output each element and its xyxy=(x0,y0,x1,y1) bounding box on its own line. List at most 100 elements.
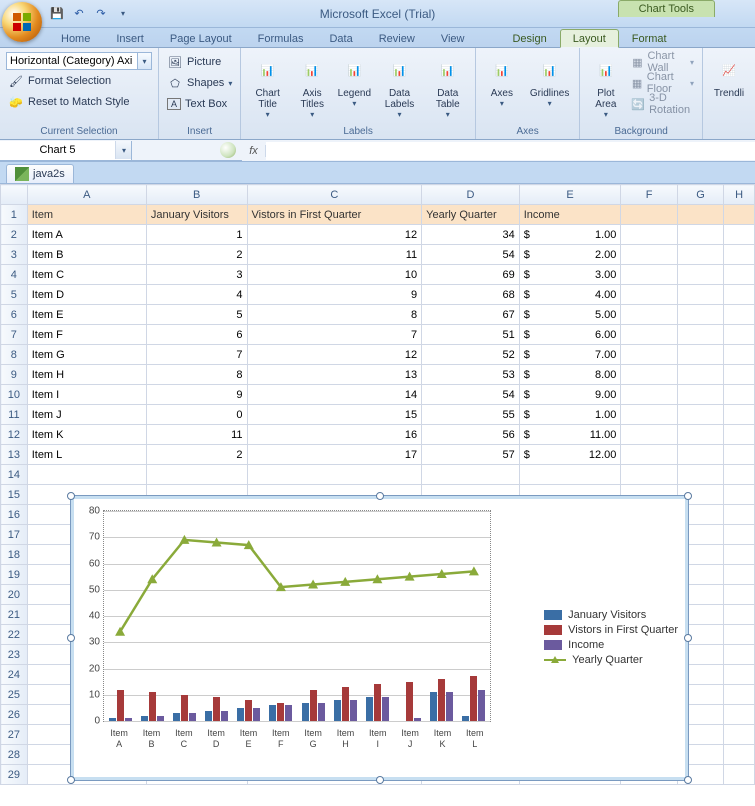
resize-handle[interactable] xyxy=(67,492,75,500)
cell[interactable]: 8 xyxy=(146,365,247,385)
cell[interactable]: 1 xyxy=(146,225,247,245)
cell[interactable]: 7 xyxy=(247,325,422,345)
cell[interactable] xyxy=(724,365,755,385)
cell[interactable]: 11 xyxy=(247,245,422,265)
cell[interactable]: 4 xyxy=(146,285,247,305)
cell[interactable]: 2 xyxy=(146,445,247,465)
cell[interactable]: Item B xyxy=(27,245,146,265)
row-header[interactable]: 2 xyxy=(1,225,28,245)
cell[interactable]: 34 xyxy=(422,225,520,245)
cell[interactable]: Item F xyxy=(27,325,146,345)
cell[interactable] xyxy=(724,525,755,545)
cell[interactable]: 12 xyxy=(247,345,422,365)
cell[interactable]: 15 xyxy=(247,405,422,425)
x-tick-label[interactable]: ItemG xyxy=(297,728,329,750)
cell[interactable] xyxy=(677,365,723,385)
data-table-button[interactable]: 📊Data Table xyxy=(427,52,469,121)
row-header[interactable]: 10 xyxy=(1,385,28,405)
cell[interactable]: 14 xyxy=(247,385,422,405)
embedded-chart[interactable]: 01020304050607080 ItemAItemBItemCItemDIt… xyxy=(70,495,689,781)
resize-handle[interactable] xyxy=(376,492,384,500)
cell[interactable] xyxy=(724,425,755,445)
cell[interactable] xyxy=(677,405,723,425)
reset-to-match-style-button[interactable]: 🧽 Reset to Match Style xyxy=(6,92,152,112)
cell[interactable] xyxy=(422,465,520,485)
row-header[interactable]: 26 xyxy=(1,705,28,725)
tab-insert[interactable]: Insert xyxy=(103,29,157,47)
tab-format[interactable]: Format xyxy=(619,29,680,47)
cell[interactable] xyxy=(724,565,755,585)
cell[interactable]: 3 xyxy=(146,265,247,285)
3d-rotation-button[interactable]: 🔄3-D Rotation xyxy=(629,94,696,114)
row-header[interactable]: 6 xyxy=(1,305,28,325)
cell[interactable]: January Visitors xyxy=(146,205,247,225)
trendline-button[interactable]: 📈Trendli xyxy=(709,52,749,101)
cell[interactable] xyxy=(27,465,146,485)
cell[interactable]: $2.00 xyxy=(519,245,621,265)
row-header[interactable]: 25 xyxy=(1,685,28,705)
cell[interactable]: $5.00 xyxy=(519,305,621,325)
row-header[interactable]: 29 xyxy=(1,765,28,785)
cell[interactable] xyxy=(724,265,755,285)
format-selection-button[interactable]: 🖌 Format Selection xyxy=(6,71,152,91)
cell[interactable]: 57 xyxy=(422,445,520,465)
x-tick-label[interactable]: ItemF xyxy=(265,728,297,750)
cell[interactable]: Item xyxy=(27,205,146,225)
axes-button[interactable]: 📊Axes xyxy=(482,52,522,110)
resize-handle[interactable] xyxy=(684,776,692,784)
cell[interactable] xyxy=(724,585,755,605)
column-header[interactable]: B xyxy=(146,185,247,205)
cell[interactable] xyxy=(621,425,677,445)
cell[interactable] xyxy=(247,465,422,485)
cell[interactable]: $3.00 xyxy=(519,265,621,285)
x-tick-label[interactable]: ItemB xyxy=(135,728,167,750)
cell[interactable]: 0 xyxy=(146,405,247,425)
row-header[interactable]: 23 xyxy=(1,645,28,665)
cell[interactable] xyxy=(621,345,677,365)
cell[interactable]: Item J xyxy=(27,405,146,425)
cell[interactable]: $6.00 xyxy=(519,325,621,345)
plot-area-button[interactable]: 📊Plot Area xyxy=(586,52,625,121)
legend-item[interactable]: Income xyxy=(544,639,678,651)
cell[interactable]: 51 xyxy=(422,325,520,345)
cell[interactable]: 8 xyxy=(247,305,422,325)
row-header[interactable]: 11 xyxy=(1,405,28,425)
tab-view[interactable]: View xyxy=(428,29,478,47)
legend-item[interactable]: January Visitors xyxy=(544,609,678,621)
tab-data[interactable]: Data xyxy=(316,29,365,47)
cell[interactable] xyxy=(621,325,677,345)
cell[interactable] xyxy=(724,765,755,785)
column-header[interactable]: E xyxy=(519,185,621,205)
chart-floor-button[interactable]: ▦Chart Floor xyxy=(629,73,696,93)
cell[interactable] xyxy=(724,345,755,365)
cell[interactable] xyxy=(621,405,677,425)
cell[interactable]: Vistors in First Quarter xyxy=(247,205,422,225)
save-icon[interactable]: 💾 xyxy=(48,5,66,23)
picture-button[interactable]: 🖼Picture xyxy=(165,52,234,72)
row-header[interactable]: 17 xyxy=(1,525,28,545)
cell[interactable]: Item G xyxy=(27,345,146,365)
select-all-corner[interactable] xyxy=(1,185,28,205)
cell[interactable] xyxy=(724,665,755,685)
cell[interactable]: 17 xyxy=(247,445,422,465)
legend-item[interactable]: Yearly Quarter xyxy=(544,654,678,666)
cell[interactable] xyxy=(724,625,755,645)
cell[interactable]: $1.00 xyxy=(519,405,621,425)
cell[interactable]: 53 xyxy=(422,365,520,385)
cell[interactable] xyxy=(724,685,755,705)
undo-icon[interactable]: ↶ xyxy=(70,5,88,23)
x-tick-label[interactable]: ItemC xyxy=(168,728,200,750)
cell[interactable] xyxy=(724,305,755,325)
row-header[interactable]: 1 xyxy=(1,205,28,225)
cell[interactable] xyxy=(724,465,755,485)
row-header[interactable]: 16 xyxy=(1,505,28,525)
chart-element-selector[interactable]: ▾ xyxy=(6,52,152,70)
cell[interactable]: 52 xyxy=(422,345,520,365)
chart-element-input[interactable] xyxy=(6,52,138,70)
cell[interactable]: 54 xyxy=(422,245,520,265)
cell[interactable]: Item A xyxy=(27,225,146,245)
cell[interactable] xyxy=(724,225,755,245)
cell[interactable]: 55 xyxy=(422,405,520,425)
chart-element-dropdown[interactable]: ▾ xyxy=(138,52,152,70)
cell[interactable] xyxy=(724,245,755,265)
